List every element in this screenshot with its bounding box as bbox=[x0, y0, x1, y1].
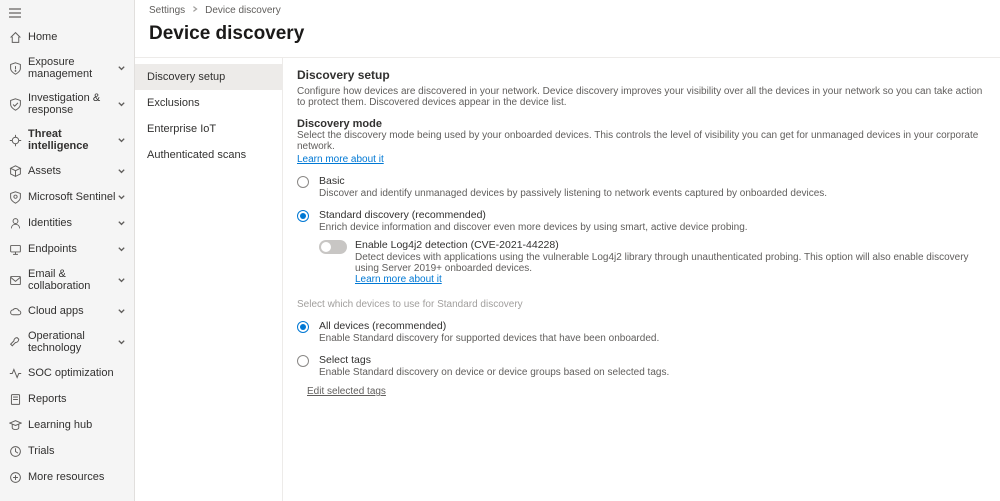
nav-label: More resources bbox=[28, 471, 126, 483]
chevron-down-icon bbox=[116, 275, 126, 285]
tab-exclusions[interactable]: Exclusions bbox=[135, 90, 282, 116]
nav-email[interactable]: Email & collaboration bbox=[0, 262, 134, 298]
tabs: Discovery setup Exclusions Enterprise Io… bbox=[135, 58, 283, 501]
nav-label: Threat intelligence bbox=[28, 128, 116, 152]
radio-all-devices[interactable] bbox=[297, 321, 309, 333]
nav-threat-intel[interactable]: Threat intelligence bbox=[0, 122, 134, 158]
nav-home[interactable]: Home bbox=[0, 24, 134, 50]
person-icon bbox=[8, 216, 22, 230]
tab-discovery-setup[interactable]: Discovery setup bbox=[135, 64, 282, 90]
nav-trials[interactable]: Trials bbox=[0, 438, 134, 464]
nav-label: Investigation & response bbox=[28, 92, 116, 116]
toggle-log4j[interactable] bbox=[319, 240, 347, 254]
sidebar: Home Exposure management Investigation &… bbox=[0, 0, 135, 501]
pulse-icon bbox=[8, 366, 22, 380]
tab-auth-scans[interactable]: Authenticated scans bbox=[135, 142, 282, 168]
section-intro: Configure how devices are discovered in … bbox=[297, 86, 986, 108]
wrench-icon bbox=[8, 335, 22, 349]
chevron-down-icon bbox=[116, 135, 126, 145]
chevron-down-icon bbox=[116, 306, 126, 316]
endpoint-icon bbox=[8, 242, 22, 256]
main-content: Settings Device discovery Device discove… bbox=[135, 0, 1000, 501]
nav-label: Cloud apps bbox=[28, 305, 116, 317]
nav-label: Microsoft Sentinel bbox=[28, 191, 116, 203]
chevron-down-icon bbox=[116, 166, 126, 176]
chevron-down-icon bbox=[116, 244, 126, 254]
settings-panel: Discovery setup Configure how devices ar… bbox=[283, 58, 1000, 501]
toggle-log4j-desc: Detect devices with applications using t… bbox=[355, 252, 986, 274]
breadcrumb: Settings Device discovery bbox=[135, 0, 1000, 21]
nav-label: Assets bbox=[28, 165, 116, 177]
nav-assets[interactable]: Assets bbox=[0, 158, 134, 184]
nav-label: Reports bbox=[28, 393, 126, 405]
nav-endpoints[interactable]: Endpoints bbox=[0, 236, 134, 262]
report-icon bbox=[8, 392, 22, 406]
radio-all-devices-desc: Enable Standard discovery for supported … bbox=[319, 333, 659, 344]
nav-more[interactable]: More resources bbox=[0, 464, 134, 490]
edit-tags-link[interactable]: Edit selected tags bbox=[307, 386, 386, 397]
nav-label: Learning hub bbox=[28, 419, 126, 431]
nav-investigation[interactable]: Investigation & response bbox=[0, 86, 134, 122]
nav-label: Operational technology bbox=[28, 330, 116, 354]
shield-exclamation-icon bbox=[8, 61, 22, 75]
graduation-icon bbox=[8, 418, 22, 432]
nav-label: Trials bbox=[28, 445, 126, 457]
home-icon bbox=[8, 30, 22, 44]
radio-basic-desc: Discover and identify unmanaged devices … bbox=[319, 188, 827, 199]
nav-ot[interactable]: Operational technology bbox=[0, 324, 134, 360]
chevron-down-icon bbox=[116, 63, 126, 73]
nav-soc[interactable]: SOC optimization bbox=[0, 360, 134, 386]
nav-label: Endpoints bbox=[28, 243, 116, 255]
shield-check-icon bbox=[8, 97, 22, 111]
nav-exposure[interactable]: Exposure management bbox=[0, 50, 134, 86]
radio-standard[interactable] bbox=[297, 210, 309, 222]
chevron-down-icon bbox=[116, 337, 126, 347]
cloud-icon bbox=[8, 304, 22, 318]
section-heading: Discovery setup bbox=[297, 68, 986, 82]
add-icon bbox=[8, 470, 22, 484]
nav-learning[interactable]: Learning hub bbox=[0, 412, 134, 438]
mail-icon bbox=[8, 273, 22, 287]
radio-basic-label: Basic bbox=[319, 175, 827, 187]
chevron-down-icon bbox=[116, 218, 126, 228]
malware-icon bbox=[8, 133, 22, 147]
radio-basic[interactable] bbox=[297, 176, 309, 188]
chevron-down-icon bbox=[116, 99, 126, 109]
toggle-log4j-label: Enable Log4j2 detection (CVE-2021-44228) bbox=[355, 239, 986, 251]
tab-enterprise-iot[interactable]: Enterprise IoT bbox=[135, 116, 282, 142]
nav-identities[interactable]: Identities bbox=[0, 210, 134, 236]
learn-more-link[interactable]: Learn more about it bbox=[297, 154, 384, 165]
nav-label: Exposure management bbox=[28, 56, 116, 80]
nav-reports[interactable]: Reports bbox=[0, 386, 134, 412]
radio-select-tags[interactable] bbox=[297, 355, 309, 367]
sentinel-icon bbox=[8, 190, 22, 204]
chevron-right-icon bbox=[191, 5, 199, 16]
breadcrumb-leaf: Device discovery bbox=[205, 5, 281, 16]
nav-label: Home bbox=[28, 31, 126, 43]
radio-select-tags-label: Select tags bbox=[319, 354, 669, 366]
chevron-down-icon bbox=[116, 192, 126, 202]
discovery-mode-title: Discovery mode bbox=[297, 118, 986, 130]
clock-icon bbox=[8, 444, 22, 458]
radio-select-tags-desc: Enable Standard discovery on device or d… bbox=[319, 367, 669, 378]
radio-standard-desc: Enrich device information and discover e… bbox=[319, 222, 748, 233]
radio-standard-label: Standard discovery (recommended) bbox=[319, 209, 748, 221]
breadcrumb-root[interactable]: Settings bbox=[149, 5, 185, 16]
nav-sentinel[interactable]: Microsoft Sentinel bbox=[0, 184, 134, 210]
radio-all-devices-label: All devices (recommended) bbox=[319, 320, 659, 332]
cube-icon bbox=[8, 164, 22, 178]
nav-cloud-apps[interactable]: Cloud apps bbox=[0, 298, 134, 324]
page-title: Device discovery bbox=[135, 21, 1000, 57]
log4j-learn-more-link[interactable]: Learn more about it bbox=[355, 274, 442, 285]
select-devices-heading: Select which devices to use for Standard… bbox=[297, 299, 986, 310]
nav-label: Email & collaboration bbox=[28, 268, 116, 292]
nav-label: Identities bbox=[28, 217, 116, 229]
nav-label: SOC optimization bbox=[28, 367, 126, 379]
discovery-mode-desc: Select the discovery mode being used by … bbox=[297, 130, 986, 152]
menu-toggle[interactable] bbox=[0, 2, 134, 24]
